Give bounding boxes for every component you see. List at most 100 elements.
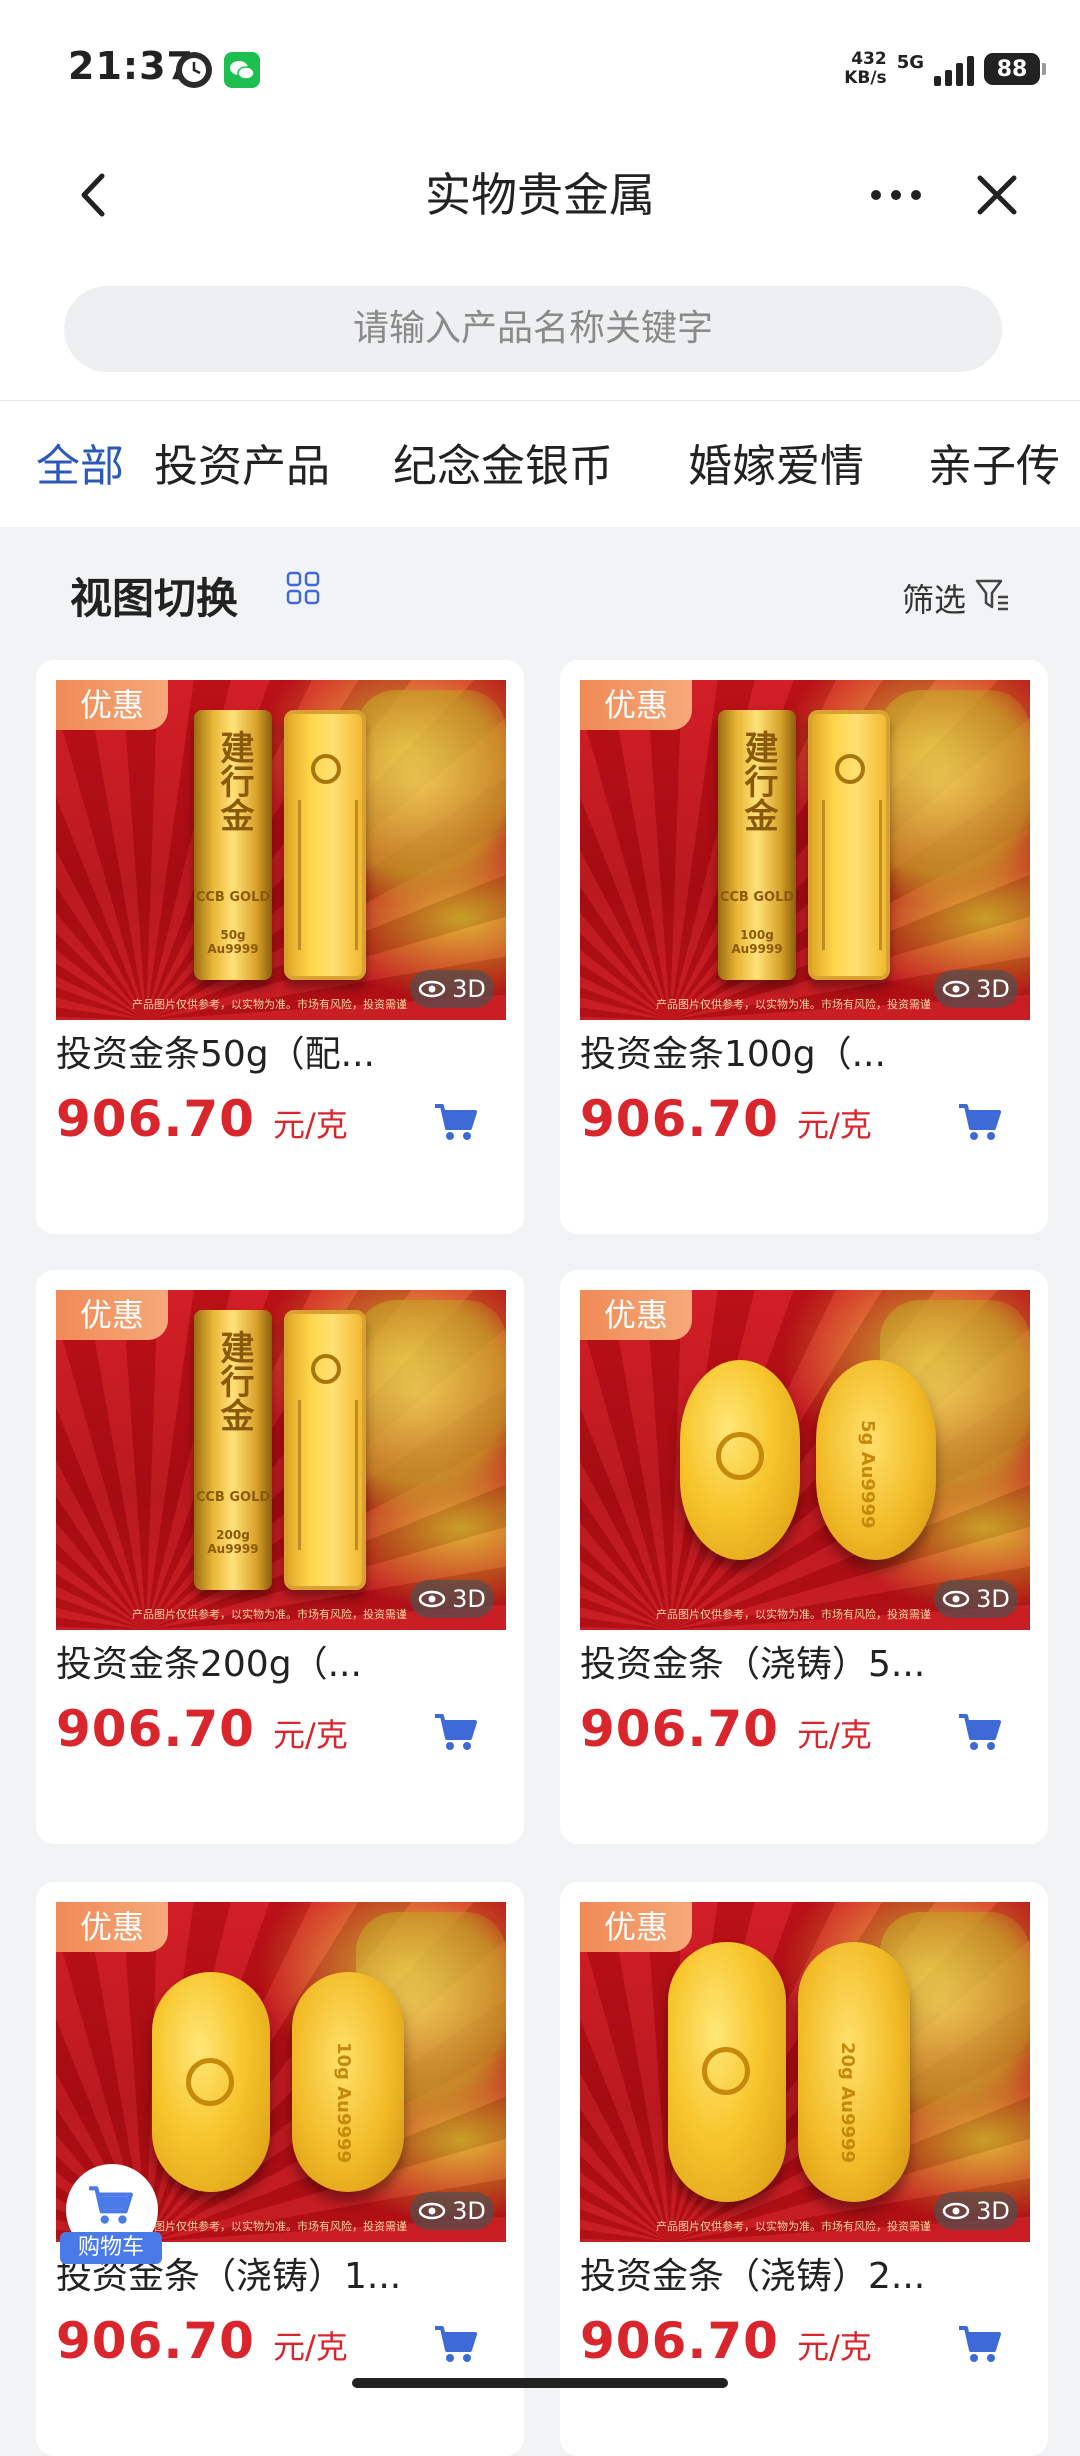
view-3d-button[interactable]: 3D — [410, 970, 494, 1008]
clock-app-icon — [176, 52, 212, 88]
cast-gold-back-image: 10g Au9999 — [292, 1972, 404, 2192]
product-card[interactable]: 建行金 CCB GOLD 200g Au9999 优惠 产品图片仅供参考，以实物… — [36, 1270, 524, 1844]
product-image[interactable]: 5g Au9999 优惠 产品图片仅供参考，以实物为准。市场有风险，投资需谨 3… — [580, 1290, 1030, 1630]
cast-gold-front-image — [668, 1942, 786, 2202]
view-toolbar: 视图切换 筛选 — [0, 527, 1080, 655]
image-disclaimer: 产品图片仅供参考，以实物为准。市场有风险，投资需谨 — [132, 1608, 407, 1621]
price-row: 906.70 元/克 — [56, 2312, 506, 2372]
price-unit: 元/克 — [796, 2328, 872, 2366]
grid-view-icon[interactable] — [286, 571, 320, 605]
product-card[interactable]: 5g Au9999 优惠 产品图片仅供参考，以实物为准。市场有风险，投资需谨 3… — [560, 1270, 1048, 1844]
tab-commemorative-coins[interactable]: 纪念金银币 — [393, 437, 613, 497]
cast-gold-front-image — [152, 1972, 270, 2192]
product-name[interactable]: 投资金条50g（配... — [56, 1030, 506, 1080]
view-3d-button[interactable]: 3D — [410, 1580, 494, 1618]
badge-3d-label: 3D — [976, 1585, 1010, 1613]
floating-cart-label[interactable]: 购物车 — [60, 2232, 162, 2264]
add-to-cart-icon[interactable] — [956, 1710, 1004, 1754]
ccb-logo-icon — [311, 1354, 341, 1384]
price-row: 906.70 元/克 — [580, 1700, 1030, 1760]
image-disclaimer: 产品图片仅供参考，以实物为准。市场有风险，投资需谨 — [132, 2220, 407, 2233]
view-3d-button[interactable]: 3D — [410, 2192, 494, 2230]
badge-3d-label: 3D — [976, 2197, 1010, 2225]
eye-icon — [418, 1590, 446, 1608]
nav-bar: 实物贵金属 — [0, 130, 1080, 260]
price-row: 906.70 元/克 — [580, 1090, 1030, 1150]
bar-brand: CCB GOLD — [719, 890, 795, 905]
product-name[interactable]: 投资金条（浇铸）5... — [580, 1640, 1030, 1690]
view-3d-button[interactable]: 3D — [934, 1580, 1018, 1618]
bar-weight: 100g Au9999 — [731, 928, 783, 956]
price-row: 906.70 元/克 — [580, 2312, 1030, 2372]
price-unit: 元/克 — [796, 1716, 872, 1754]
product-name[interactable]: 投资金条（浇铸）2... — [580, 2252, 1030, 2302]
network-type: 5G — [896, 52, 924, 73]
signal-icon — [934, 52, 974, 86]
oval-engraving: 10g Au9999 — [333, 2042, 354, 2164]
discount-badge: 优惠 — [56, 680, 168, 730]
bar-engraving: 建行金 — [214, 730, 254, 832]
price-unit: 元/克 — [796, 1106, 872, 1144]
product-card[interactable]: 建行金 CCB GOLD 50g Au9999 优惠 产品图片仅供参考，以实物为… — [36, 660, 524, 1234]
bar-weight: 50g Au9999 — [207, 928, 259, 956]
bar-brand: CCB GOLD — [195, 890, 271, 905]
product-price: 906.70 — [56, 1700, 255, 1758]
add-to-cart-icon[interactable] — [956, 2322, 1004, 2366]
search-input[interactable]: 请输入产品名称关键字 — [64, 286, 1002, 372]
view-3d-button[interactable]: 3D — [934, 2192, 1018, 2230]
product-image[interactable]: 建行金 CCB GOLD 50g Au9999 优惠 产品图片仅供参考，以实物为… — [56, 680, 506, 1020]
image-disclaimer: 产品图片仅供参考，以实物为准。市场有风险，投资需谨 — [656, 2220, 931, 2233]
battery-level: 88 — [996, 56, 1028, 82]
cast-gold-front-image — [680, 1360, 800, 1560]
product-image[interactable]: 20g Au9999 优惠 产品图片仅供参考，以实物为准。市场有风险，投资需谨 … — [580, 1902, 1030, 2242]
shopping-cart-icon — [89, 2186, 133, 2224]
badge-3d-label: 3D — [452, 2197, 486, 2225]
category-tabs: 全部 投资产品 纪念金银币 婚嫁爱情 亲子传 — [0, 401, 1080, 527]
discount-badge: 优惠 — [580, 1902, 692, 1952]
ccb-logo-icon — [702, 2047, 750, 2095]
badge-3d-label: 3D — [452, 1585, 486, 1613]
product-price: 906.70 — [580, 2312, 779, 2370]
filter-button[interactable]: 筛选 — [902, 575, 966, 621]
add-to-cart-icon[interactable] — [432, 1100, 480, 1144]
product-card[interactable]: 20g Au9999 优惠 产品图片仅供参考，以实物为准。市场有风险，投资需谨 … — [560, 1882, 1048, 2456]
product-image[interactable]: 建行金 CCB GOLD 200g Au9999 优惠 产品图片仅供参考，以实物… — [56, 1290, 506, 1630]
product-name[interactable]: 投资金条100g（... — [580, 1030, 1030, 1080]
eye-icon — [418, 2202, 446, 2220]
product-name[interactable]: 投资金条200g（... — [56, 1640, 506, 1690]
product-image[interactable]: 建行金 CCB GOLD 100g Au9999 优惠 产品图片仅供参考，以实物… — [580, 680, 1030, 1020]
eye-icon — [942, 2202, 970, 2220]
net-speed: 432 KB/s — [844, 50, 886, 88]
tab-parent-child[interactable]: 亲子传 — [928, 437, 1060, 497]
gold-bar-back-image — [808, 710, 890, 980]
add-to-cart-icon[interactable] — [432, 1710, 480, 1754]
product-card[interactable]: 建行金 CCB GOLD 100g Au9999 优惠 产品图片仅供参考，以实物… — [560, 660, 1048, 1234]
home-indicator[interactable] — [352, 2378, 728, 2388]
view-3d-button[interactable]: 3D — [934, 970, 1018, 1008]
tab-all[interactable]: 全部 — [36, 437, 124, 497]
cast-gold-back-image: 20g Au9999 — [798, 1942, 910, 2202]
bar-brand: CCB GOLD — [195, 1490, 271, 1505]
filter-icon[interactable] — [974, 577, 1012, 613]
status-indicators: 432 KB/s 5G 88 — [844, 44, 1046, 94]
view-switch-label[interactable]: 视图切换 — [70, 565, 238, 626]
more-icon[interactable] — [866, 170, 926, 220]
discount-badge: 优惠 — [56, 1902, 168, 1952]
add-to-cart-icon[interactable] — [432, 2322, 480, 2366]
image-disclaimer: 产品图片仅供参考，以实物为准。市场有风险，投资需谨 — [656, 998, 931, 1011]
tab-wedding[interactable]: 婚嫁爱情 — [688, 437, 864, 497]
gold-bar-image: 建行金 CCB GOLD 100g Au9999 — [718, 710, 796, 980]
tab-investment[interactable]: 投资产品 — [154, 437, 330, 497]
price-unit: 元/克 — [272, 1106, 348, 1144]
close-icon[interactable] — [972, 170, 1022, 220]
add-to-cart-icon[interactable] — [956, 1100, 1004, 1144]
badge-3d-label: 3D — [976, 975, 1010, 1003]
cast-gold-back-image: 5g Au9999 — [816, 1360, 936, 1560]
eye-icon — [942, 980, 970, 998]
price-unit: 元/克 — [272, 1716, 348, 1754]
gold-bar-back-image — [284, 1310, 366, 1590]
bar-engraving: 建行金 — [214, 1330, 254, 1432]
discount-badge: 优惠 — [56, 1290, 168, 1340]
discount-badge: 优惠 — [580, 680, 692, 730]
price-row: 906.70 元/克 — [56, 1700, 506, 1760]
